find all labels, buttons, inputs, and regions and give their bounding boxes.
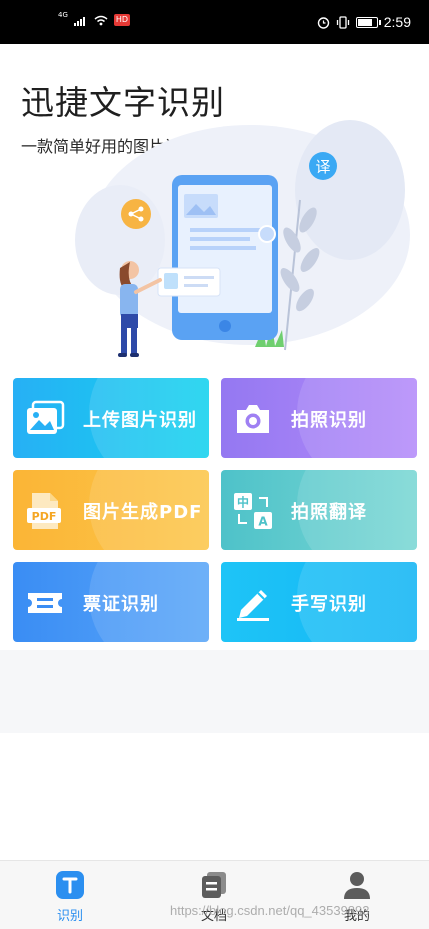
- card-label: 手写识别: [291, 594, 367, 615]
- handwriting-recognize-button[interactable]: 手写识别: [221, 562, 417, 642]
- card-label: 图片生成PDF: [83, 502, 203, 523]
- translate-icon-zh: 中: [237, 495, 249, 510]
- profile-icon: [344, 872, 370, 899]
- battery-icon: [355, 16, 381, 28]
- hd-badge: HD: [113, 14, 131, 26]
- bottom-tab-bar: 识别 文档 我的: [0, 860, 429, 929]
- status-left: 4G HD: [58, 11, 131, 26]
- feature-grid: 上传图片识别 拍照识别 PDF 图片生成PDF 中 A 拍照翻译 票证识别 手写…: [0, 368, 429, 733]
- vibrate-icon: [336, 15, 349, 29]
- pdf-icon: PDF: [27, 493, 61, 529]
- tab-profile[interactable]: 我的: [317, 861, 397, 929]
- translate-badge: 译: [315, 158, 330, 176]
- card-label: 拍照识别: [291, 410, 367, 431]
- signal-icon: [73, 16, 85, 26]
- photo-translate-button[interactable]: 中 A 拍照翻译: [221, 470, 417, 550]
- alarm-icon: [317, 16, 329, 29]
- wifi-icon: [94, 15, 108, 25]
- hero-illustration: 译: [75, 120, 410, 357]
- pdf-icon-text: PDF: [32, 510, 57, 523]
- watermark: https://blog.csdn.net/qq_43539893: [170, 903, 370, 918]
- card-label: 上传图片识别: [83, 410, 197, 431]
- camera-icon: [237, 405, 269, 433]
- status-right: 2:59: [317, 14, 411, 30]
- card-label: 拍照翻译: [291, 502, 367, 523]
- tab-recognize[interactable]: 识别: [30, 861, 110, 929]
- translate-icon: 中 A: [234, 493, 272, 529]
- translate-icon-a: A: [258, 515, 268, 529]
- card-label: 票证识别: [83, 594, 159, 615]
- documents-icon: [202, 872, 226, 898]
- network-type: 4G: [58, 11, 68, 19]
- tab-documents[interactable]: 文档: [174, 861, 254, 929]
- upload-image-recognize-button[interactable]: 上传图片识别: [13, 378, 209, 458]
- status-bar: 4G HD 2:59: [0, 0, 429, 44]
- ticket-recognize-button[interactable]: 票证识别: [13, 562, 209, 642]
- tab-label: 识别: [56, 909, 83, 924]
- image-upload-icon: [27, 400, 65, 434]
- handwriting-icon: [237, 590, 269, 621]
- image-to-pdf-button[interactable]: PDF 图片生成PDF: [13, 470, 209, 550]
- camera-recognize-button[interactable]: 拍照识别: [221, 378, 417, 458]
- clock: 2:59: [383, 14, 411, 30]
- ticket-icon: [28, 593, 62, 613]
- recognize-icon: [56, 871, 84, 899]
